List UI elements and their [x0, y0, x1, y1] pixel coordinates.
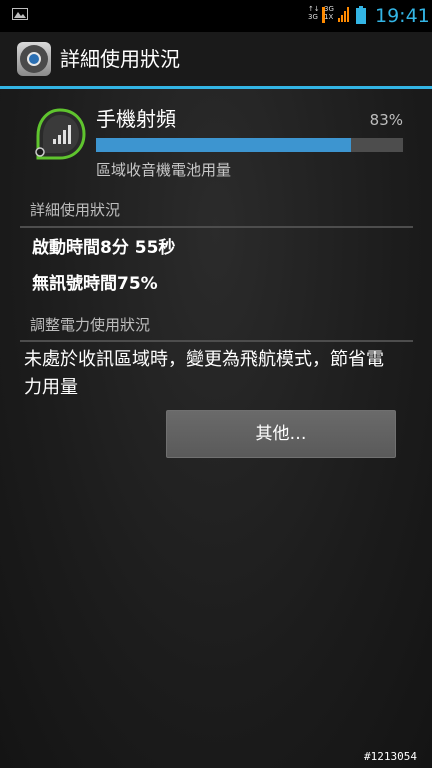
usage-progress-bar: [96, 138, 403, 152]
usage-section-header: 詳細使用狀況: [30, 201, 121, 219]
usage-row-value: 8分 55秒: [100, 238, 176, 258]
more-settings-button[interactable]: 其他…: [166, 410, 396, 458]
settings-gear-icon[interactable]: [17, 42, 51, 76]
status-bar: ↑↓ 3G 3G 1X 19:41: [0, 0, 432, 32]
action-bar-divider: [0, 86, 432, 89]
section-divider: [20, 226, 413, 228]
watermark: #1213054: [364, 750, 417, 763]
adjust-section-header: 調整電力使用狀況: [30, 316, 151, 334]
usage-row-label: 無訊號時間: [32, 274, 117, 294]
battery-icon: [356, 6, 366, 24]
usage-row-value: 75%: [117, 274, 158, 294]
data-type-indicator: 3G 1X: [324, 5, 338, 21]
data-label-2: 1X: [324, 13, 334, 21]
section-divider: [20, 340, 413, 342]
item-subtitle: 區域收音機電池用量: [96, 161, 232, 179]
usage-progress-fill: [96, 138, 351, 152]
network-activity-indicator: ↑↓ 3G: [308, 5, 320, 21]
item-name: 手機射頻: [96, 107, 176, 131]
net-label-1: ↑↓: [308, 5, 320, 13]
usage-row-on-time: 啟動時間8分 55秒: [32, 234, 175, 262]
page-title: 詳細使用狀況: [60, 47, 180, 71]
usage-row-no-signal: 無訊號時間75%: [32, 270, 158, 298]
cell-signal-icon: [35, 108, 86, 160]
usage-row-label: 啟動時間: [32, 238, 100, 258]
clock: 19:41: [375, 5, 430, 27]
net-label-2: 3G: [308, 13, 318, 21]
signal-bars-icon: [338, 7, 349, 22]
suggestion-text: 未處於收訊區域時，變更為飛航模式，節省電力用量: [24, 349, 384, 398]
gallery-notification-icon: [12, 8, 28, 20]
data-label-1: 3G: [324, 5, 334, 13]
item-percent: 83%: [369, 111, 403, 129]
